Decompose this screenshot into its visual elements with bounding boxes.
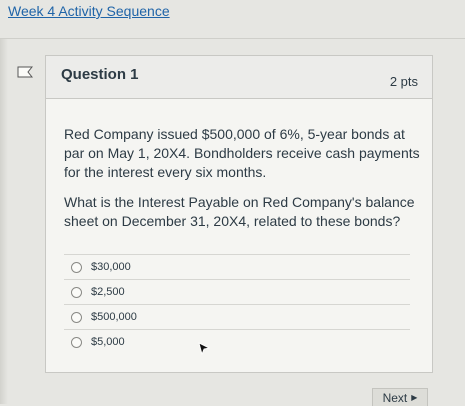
mouse-pointer-icon — [198, 342, 210, 356]
radio-button-icon[interactable] — [71, 311, 82, 323]
header-divider — [0, 38, 465, 39]
answer-option[interactable]: $30,000 — [64, 254, 410, 279]
answer-label[interactable]: $30,000 — [91, 261, 131, 273]
radio-button-icon[interactable] — [71, 336, 82, 348]
answer-option[interactable]: $2,500 — [64, 279, 410, 304]
answer-label[interactable]: $2,500 — [91, 286, 125, 298]
answer-option[interactable]: $5,000 — [64, 329, 410, 354]
page-edge-shadow — [0, 39, 8, 404]
question-paragraph: Red Company issued $500,000 of 6%, 5-yea… — [64, 126, 420, 180]
question-header: Question 1 2 pts — [46, 56, 432, 99]
breadcrumb-link[interactable]: Week 4 Activity Sequence — [8, 3, 170, 19]
question-text: Red Company issued $500,000 of 6%, 5-yea… — [64, 125, 424, 242]
next-button-label: Next — [382, 390, 408, 405]
answer-label[interactable]: $500,000 — [91, 311, 137, 323]
caret-right-icon: ▶ — [411, 393, 418, 402]
question-paragraph: What is the Interest Payable on Red Comp… — [64, 194, 415, 229]
answer-label[interactable]: $5,000 — [91, 336, 125, 348]
answer-list: $30,000 $2,500 $500,000 $5,000 — [64, 254, 410, 354]
radio-button-icon[interactable] — [71, 286, 82, 298]
question-points: 2 pts — [389, 74, 418, 89]
answer-option[interactable]: $500,000 — [64, 304, 410, 329]
next-button[interactable]: Next ▶ — [372, 388, 428, 406]
question-card: Question 1 2 pts Red Company issued $500… — [45, 55, 433, 373]
radio-button-icon[interactable] — [71, 261, 82, 273]
bookmark-flag-icon[interactable] — [17, 66, 33, 78]
question-title: Question 1 — [61, 66, 139, 83]
